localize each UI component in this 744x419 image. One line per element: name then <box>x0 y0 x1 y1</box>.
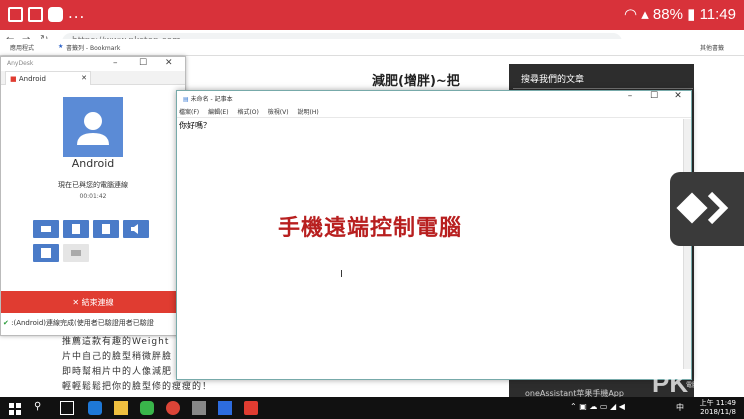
web-heading: 減肥(增胖)~把 <box>372 74 460 89</box>
video-caption: 手機遠端控制電腦 <box>278 216 463 241</box>
anydesk-tabbar: ■ Android ✕ <box>1 71 185 85</box>
text-cursor-icon: I <box>340 269 343 280</box>
menu-edit[interactable]: 編輯(E) <box>208 109 228 116</box>
close-button[interactable]: ✕ <box>665 91 691 105</box>
anydesk-side-badge[interactable] <box>670 172 744 246</box>
screenshot-button[interactable] <box>63 244 89 262</box>
notepad-title: 未命名 - 記事本 <box>190 96 233 103</box>
keyboard-icon <box>41 226 51 232</box>
maximize-button[interactable]: ☐ <box>139 58 147 68</box>
anydesk-taskbar-icon[interactable] <box>244 401 258 415</box>
session-timer: 00:01:42 <box>79 193 107 200</box>
user-icon <box>77 112 109 145</box>
search-icon[interactable]: ⚲ <box>34 401 48 415</box>
battery-percent: 88% <box>652 6 683 23</box>
save-icon <box>41 248 51 258</box>
watermark-subtitle: 電腦玩物 <box>686 382 711 389</box>
app-icon[interactable] <box>218 401 232 415</box>
windows-taskbar: ⚲ ⌃ ▣ ☁ ▭ ◢ ◀ 中 上午 11:49 2018/11/8 <box>0 397 744 419</box>
notepad-menubar: 檔案(F) 編輯(E) 格式(O) 檢視(V) 說明(H) <box>177 105 691 118</box>
wifi-icon: ◠ <box>623 6 638 23</box>
sidebar-title: 搜尋我們的文章 <box>521 75 585 85</box>
signal-icon: ▴ <box>641 6 649 23</box>
android-status-bar: ... ◠ ▴ 88% ▮ 11:49 <box>0 0 744 30</box>
tab-label: Android <box>18 75 46 83</box>
speaker-icon <box>131 224 138 234</box>
menu-format[interactable]: 格式(O) <box>237 109 258 116</box>
anydesk-log: ✔ :(Android)連線完成(使用者已驗證用者已驗證 <box>1 315 185 335</box>
screen-icon <box>71 250 81 256</box>
log-text: :(Android)連線完成(使用者已驗證用者已驗證 <box>11 319 154 327</box>
play-icon <box>28 7 43 22</box>
bookmark-star-icon: ★ <box>58 43 64 50</box>
tab-android[interactable]: ■ Android ✕ <box>5 71 91 85</box>
menu-file[interactable]: 檔案(F) <box>179 109 199 116</box>
minimize-button[interactable]: – <box>617 91 643 105</box>
anydesk-titlebar: AnyDesk – ☐ ✕ <box>1 57 185 71</box>
clipboard-button[interactable] <box>63 220 89 238</box>
article-line: 即時幫相片中的人像減肥 <box>62 367 173 377</box>
file-transfer-button[interactable] <box>93 220 119 238</box>
notepad-text-area[interactable]: 你好嗎？ <box>179 120 211 131</box>
minimize-button[interactable]: – <box>113 58 118 68</box>
input-language[interactable]: 中 <box>676 402 684 413</box>
menu-help[interactable]: 說明(H) <box>298 109 319 116</box>
check-icon: ✔ <box>3 319 9 327</box>
bookmark-other[interactable]: 其他書籤 <box>700 43 724 52</box>
anydesk-window: AnyDesk – ☐ ✕ ■ Android ✕ Android 現在已與您的… <box>0 56 186 336</box>
connection-status: 現在已與您的電腦連線 <box>58 181 128 189</box>
line-icon[interactable] <box>140 401 154 415</box>
tab-close-icon[interactable]: ✕ <box>81 74 87 82</box>
menu-view[interactable]: 檢視(V) <box>268 109 289 116</box>
article-text: 推薦這款有趣的Weight 片中自己的臉型稍微胖臉 即時幫相片中的人像減肥 輕輕… <box>62 335 213 395</box>
sidebar-divider <box>513 88 693 89</box>
clock-date: 2018/11/8 <box>700 408 736 416</box>
anydesk-title: AnyDesk <box>7 60 34 67</box>
status-right: ◠ ▴ 88% ▮ 11:49 <box>624 5 736 23</box>
taskbar-clock[interactable]: 上午 11:49 2018/11/8 <box>700 399 736 417</box>
file-icon <box>102 224 110 234</box>
audio-button[interactable] <box>123 220 149 238</box>
article-line: 片中自己的臉型稍微胖臉 <box>62 352 173 362</box>
start-button[interactable] <box>8 401 22 415</box>
chrome-icon[interactable] <box>166 401 180 415</box>
tray-icons[interactable]: ⌃ ▣ ☁ ▭ ◢ ◀ <box>570 402 625 411</box>
bookmark-apps[interactable]: 應用程式 <box>10 43 34 52</box>
store-icon[interactable] <box>192 401 206 415</box>
battery-icon: ▮ <box>687 6 696 23</box>
bookmarks-bar: 應用程式 ★ 書籤列 - Bookmark 其他書籤 <box>0 39 744 55</box>
notepad-titlebar: ▤ 未命名 - 記事本 <box>177 91 691 105</box>
article-line: 輕輕鬆鬆把你的臉型修的瘦瘦的！ <box>62 382 213 392</box>
keyboard-button[interactable] <box>33 220 59 238</box>
notepad-icon: ▤ <box>183 96 189 103</box>
watermark-logo: PK <box>652 368 689 398</box>
notification-more: ... <box>68 4 86 22</box>
clock-time: 上午 11:49 <box>699 399 736 407</box>
clipboard-icon <box>72 224 80 234</box>
screen: 減肥(增胖)~把 搜尋我們的文章 oneAssistant苹果手機App 推薦這… <box>0 0 744 419</box>
maximize-button[interactable]: ☐ <box>641 91 667 105</box>
windows-icon <box>9 403 21 415</box>
end-session-button[interactable]: ✕ 結束連線 <box>1 291 185 313</box>
save-button[interactable] <box>33 244 59 262</box>
folder-icon[interactable] <box>114 401 128 415</box>
avatar <box>63 97 123 157</box>
anydesk-logo-icon: ■ <box>10 75 17 83</box>
bookmark-bar-item[interactable]: 書籤列 - Bookmark <box>66 43 120 52</box>
article-line: 推薦這款有趣的Weight <box>62 337 170 347</box>
edge-icon[interactable] <box>88 401 102 415</box>
task-view-icon[interactable] <box>60 401 74 415</box>
device-name: Android <box>71 157 115 170</box>
line-app-icon <box>48 7 63 22</box>
gallery-icon <box>8 7 23 22</box>
anydesk-diamond-icon <box>676 191 729 225</box>
status-time: 11:49 <box>699 6 736 23</box>
close-button[interactable]: ✕ <box>165 58 173 68</box>
